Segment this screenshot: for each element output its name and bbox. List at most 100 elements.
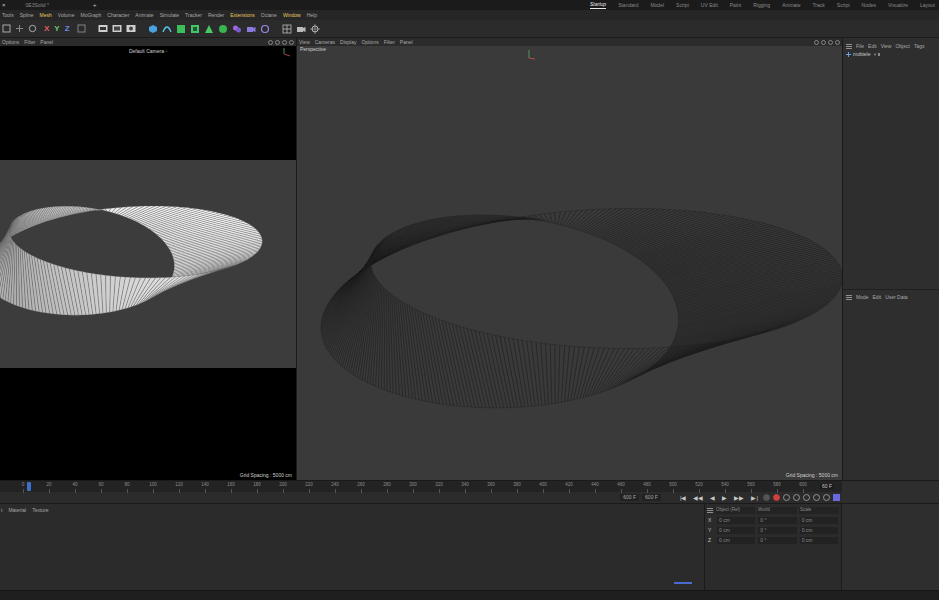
render-region-icon[interactable] — [98, 24, 108, 33]
transport-button[interactable]: ▶| — [749, 495, 760, 501]
menu-item[interactable]: Edit — [873, 295, 882, 300]
record-icon[interactable] — [773, 494, 780, 501]
layout-tab[interactable]: Animate — [782, 3, 800, 8]
menu-item[interactable]: Octane — [261, 13, 277, 18]
menu-item[interactable]: File — [856, 44, 864, 49]
menu-item[interactable]: Help — [307, 13, 317, 18]
rotation-field[interactable]: 0 ° — [758, 527, 796, 534]
menu-item[interactable]: Spline — [20, 13, 34, 18]
menu-item[interactable]: Tools — [2, 13, 14, 18]
menu-item[interactable]: Texture — [32, 508, 48, 513]
viewport-control-icon[interactable] — [282, 40, 287, 45]
field-icon[interactable] — [218, 24, 228, 34]
layout-tab[interactable]: Visualize — [888, 3, 908, 8]
transport-button[interactable]: |◀ — [678, 495, 689, 501]
menu-item[interactable]: Window — [283, 13, 301, 18]
transport-button[interactable]: ◀ — [708, 495, 717, 501]
keyframe-icon[interactable] — [833, 494, 840, 501]
current-frame-field[interactable]: 60 F — [820, 484, 834, 489]
menu-item[interactable]: Extensions — [230, 13, 254, 18]
document-tab[interactable]: 0E3Solid * — [16, 3, 59, 8]
axis-lock-button[interactable]: Z — [65, 25, 70, 33]
menu-item[interactable]: Edit — [868, 44, 877, 49]
transport-button[interactable]: ▶▶ — [732, 495, 746, 501]
menu-item[interactable]: Character — [107, 13, 129, 18]
deformer-icon[interactable] — [204, 24, 214, 34]
add-tab-button[interactable]: + — [69, 2, 97, 8]
scene-icon[interactable] — [232, 24, 242, 34]
subdivision-icon[interactable] — [176, 24, 186, 34]
menu-item[interactable]: Animate — [135, 13, 153, 18]
layout-tab[interactable]: Paint — [730, 3, 741, 8]
menu-item[interactable]: Material — [8, 508, 26, 513]
menu-item[interactable]: Mode — [856, 295, 869, 300]
light-icon[interactable] — [260, 24, 270, 34]
camera-viewport[interactable]: OptionsFilterPanelDefault Camera ◦Grid S… — [0, 38, 297, 480]
scale-field[interactable]: 0 cm — [800, 517, 838, 524]
viewport-menu-item[interactable]: Options — [361, 40, 378, 45]
rotation-field[interactable]: 0 ° — [758, 517, 796, 524]
playhead[interactable] — [27, 482, 31, 491]
viewport-camera-icon[interactable] — [296, 24, 306, 34]
viewport-control-icon[interactable] — [835, 40, 840, 45]
spline-icon[interactable] — [162, 24, 172, 34]
layout-tab[interactable]: Layout — [920, 3, 935, 8]
menu-item[interactable]: Mesh — [40, 13, 52, 18]
viewport-canvas[interactable]: PerspectiveGrid Spacing : 5000 cm — [297, 46, 842, 480]
viewport-control-icon[interactable] — [289, 40, 294, 45]
keyframe-icon[interactable] — [803, 494, 810, 501]
rotation-field[interactable]: 0 ° — [758, 537, 796, 544]
layout-tab[interactable]: Startup — [590, 2, 606, 9]
coordinate-dropdown[interactable]: World — [757, 507, 797, 514]
object-row[interactable]: mobiele — [843, 50, 939, 58]
cloner-icon[interactable] — [190, 24, 200, 34]
menu-item[interactable]: Render — [208, 13, 224, 18]
viewport-menu-item[interactable]: View — [299, 40, 310, 45]
grid-icon[interactable] — [282, 24, 292, 34]
layout-tab[interactable]: Track — [813, 3, 825, 8]
rotate-icon[interactable] — [28, 24, 37, 33]
transport-button[interactable]: ◀◀ — [691, 495, 705, 501]
camera-icon[interactable] — [246, 24, 256, 34]
layout-tab[interactable]: Standard — [618, 3, 638, 8]
position-field[interactable]: 0 cm — [717, 517, 755, 524]
viewport-control-icon[interactable] — [821, 40, 826, 45]
viewport-menu-item[interactable]: Panel — [400, 40, 413, 45]
keyframe-icon[interactable] — [763, 494, 770, 501]
keyframe-icon[interactable] — [793, 494, 800, 501]
transport-button[interactable]: ▶ — [720, 495, 729, 501]
viewport-canvas[interactable]: Default Camera ◦Grid Spacing : 5000 cm — [0, 46, 296, 480]
perspective-viewport[interactable]: ViewCamerasDisplayOptionsFilterPanelPers… — [297, 38, 842, 480]
position-field[interactable]: 0 cm — [717, 527, 755, 534]
viewport-menu-item[interactable]: Filter — [384, 40, 395, 45]
menu-item[interactable]: MoGraph — [81, 13, 102, 18]
layout-tab[interactable]: Nodes — [862, 3, 876, 8]
close-button[interactable]: × — [2, 2, 6, 8]
coordinate-dropdown[interactable]: Scale — [799, 507, 839, 514]
cube-icon[interactable] — [148, 24, 158, 34]
snap-icon[interactable] — [310, 24, 320, 34]
viewport-menu-item[interactable]: Filter — [24, 40, 35, 45]
render-settings-icon[interactable] — [126, 24, 136, 33]
keyframe-icon[interactable] — [783, 494, 790, 501]
end-frame-field[interactable]: 600 F — [642, 494, 661, 501]
position-field[interactable]: 0 cm — [717, 537, 755, 544]
viewport-menu-item[interactable]: Options — [2, 40, 19, 45]
layout-tab[interactable]: Script — [837, 3, 850, 8]
menu-item[interactable]: View — [881, 44, 892, 49]
timeline-ruler[interactable]: 0204060801001201401601802002202402602803… — [0, 481, 842, 492]
axis-lock-button[interactable]: Y — [54, 25, 59, 33]
keyframe-icon[interactable] — [813, 494, 820, 501]
zoom-slider[interactable] — [674, 582, 692, 584]
viewport-control-icon[interactable] — [268, 40, 273, 45]
object-name[interactable]: mobiele — [853, 52, 871, 57]
select-icon[interactable] — [2, 24, 11, 33]
viewport-menu-item[interactable]: Display — [340, 40, 356, 45]
layout-tab[interactable]: Rigging — [753, 3, 770, 8]
coordinate-dropdown[interactable]: Object (Rel) — [715, 507, 755, 514]
layout-tab[interactable]: UV Edit — [701, 3, 718, 8]
layout-tab[interactable]: Script — [676, 3, 689, 8]
move-icon[interactable] — [15, 24, 24, 33]
viewport-control-icon[interactable] — [814, 40, 819, 45]
menu-icon[interactable] — [846, 44, 852, 49]
